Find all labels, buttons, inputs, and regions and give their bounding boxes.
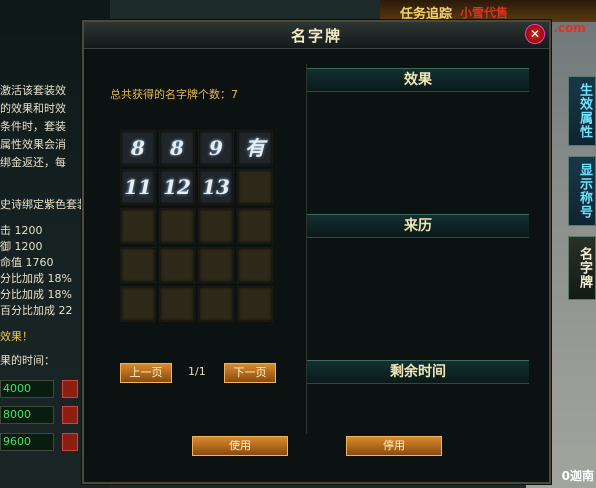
tab-effect-attributes[interactable]: 生效属性: [568, 76, 596, 146]
time-value: 8000: [0, 406, 54, 424]
name-card-glyph: 12: [163, 175, 191, 199]
page-indicator: 1/1: [188, 365, 206, 378]
empty-slot[interactable]: [120, 286, 156, 322]
empty-slot[interactable]: [237, 169, 273, 205]
left-line: 命值 1760: [0, 256, 54, 269]
name-card-slot[interactable]: 12: [159, 169, 195, 205]
title-bar: 名字牌 ✕: [84, 22, 549, 49]
left-line: 绑金返还，每: [0, 156, 66, 169]
left-line: 御 1200: [0, 240, 43, 253]
empty-slot[interactable]: [120, 208, 156, 244]
empty-slot[interactable]: [237, 286, 273, 322]
name-card-slot[interactable]: 8: [120, 130, 156, 166]
name-card-slot[interactable]: 9: [198, 130, 234, 166]
tab-name-card[interactable]: 名字牌: [568, 236, 596, 300]
source-header: 来历: [307, 214, 529, 238]
name-card-glyph: 11: [124, 175, 152, 199]
name-card-slot[interactable]: 有: [237, 130, 273, 166]
empty-slot[interactable]: [237, 208, 273, 244]
left-line: 激活该套装效: [0, 84, 66, 97]
effect-header: 效果: [307, 68, 529, 92]
time-value: 4000: [0, 380, 54, 398]
empty-slot[interactable]: [237, 247, 273, 283]
name-card-glyph: 8: [131, 136, 145, 160]
name-card-glyph: 8: [170, 136, 184, 160]
left-line: 分比加成 18%: [0, 272, 72, 285]
location-label: 0迦南: [561, 469, 594, 483]
name-card-window: 名字牌 ✕ 总共获得的名字牌个数：7 8 8 9 有 11 12 13 上一页 1/1 下一…: [82, 20, 551, 484]
name-card-slot[interactable]: 13: [198, 169, 234, 205]
name-card-slot[interactable]: 11: [120, 169, 156, 205]
close-button[interactable]: ✕: [525, 24, 545, 44]
left-line: 百分比加成 22: [0, 304, 73, 317]
detail-column: 效果 来历 剩余时间: [306, 64, 529, 434]
window-title: 名字牌: [290, 27, 342, 45]
empty-slot[interactable]: [159, 247, 195, 283]
close-icon: ✕: [529, 27, 541, 41]
left-line: 的效果和时效: [0, 102, 66, 115]
empty-slot[interactable]: [198, 286, 234, 322]
left-line: 击 1200: [0, 224, 43, 237]
name-card-glyph: 13: [202, 175, 230, 199]
prev-page-button[interactable]: 上一页: [120, 363, 172, 383]
left-line: 效果！: [0, 330, 33, 343]
empty-slot[interactable]: [198, 247, 234, 283]
empty-slot[interactable]: [120, 247, 156, 283]
disable-button[interactable]: 停用: [346, 436, 442, 456]
left-line: 条件时，套装: [0, 120, 66, 133]
left-line: 分比加成 18%: [0, 288, 72, 301]
tab-display-title[interactable]: 显示称号: [568, 156, 596, 226]
remaining-time-header: 剩余时间: [307, 360, 529, 384]
next-page-button[interactable]: 下一页: [224, 363, 276, 383]
empty-slot[interactable]: [198, 208, 234, 244]
name-card-glyph: 有: [245, 136, 265, 160]
left-line: 果的时间：: [0, 354, 55, 367]
time-value: 9600: [0, 433, 54, 451]
empty-slot[interactable]: [159, 208, 195, 244]
empty-slot[interactable]: [159, 286, 195, 322]
card-count-label: 总共获得的名字牌个数：7: [110, 88, 238, 101]
name-card-slot[interactable]: 8: [159, 130, 195, 166]
red-action-button[interactable]: [62, 433, 78, 451]
left-line: 属性效果会消: [0, 138, 66, 151]
left-line: 史诗绑定紫色套装: [0, 198, 88, 211]
red-action-button[interactable]: [62, 380, 78, 398]
red-action-button[interactable]: [62, 406, 78, 424]
task-tracker-bar: 任务追踪 小雪代售 www.xxds777.com: [380, 0, 596, 35]
name-card-glyph: 9: [209, 136, 223, 160]
use-button[interactable]: 使用: [192, 436, 288, 456]
